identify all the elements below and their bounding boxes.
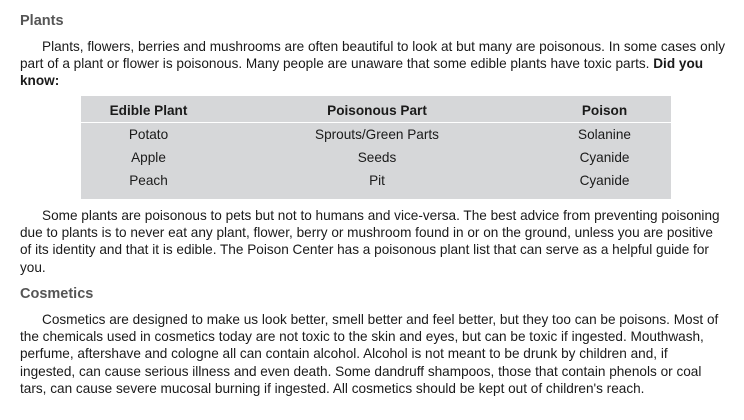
column-header-poisonous-part: Poisonous Part: [216, 96, 538, 123]
plants-intro-text: Plants, flowers, berries and mushrooms a…: [20, 39, 726, 72]
table-row: Peach Pit Cyanide: [81, 169, 671, 192]
table-cell: Cyanide: [579, 173, 630, 188]
plants-table: Edible Plant Poisonous Part Poison Potat…: [81, 96, 671, 192]
plants-advice-paragraph: Some plants are poisonous to pets but no…: [20, 207, 726, 276]
table-cell: Apple: [131, 150, 166, 165]
cosmetics-paragraph: Cosmetics are designed to make us look b…: [20, 311, 726, 397]
table-cell: Seeds: [357, 150, 397, 165]
document-page: Plants Plants, flowers, berries and mush…: [0, 0, 744, 420]
column-header-poison: Poison: [538, 96, 671, 123]
plants-intro-paragraph: Plants, flowers, berries and mushrooms a…: [20, 38, 726, 90]
table-cell: Sprouts/Green Parts: [315, 127, 439, 142]
plants-advice-text: Some plants are poisonous to pets but no…: [20, 208, 720, 275]
table-cell: Potato: [128, 127, 169, 142]
cosmetics-text: Cosmetics are designed to make us look b…: [20, 312, 719, 396]
table-row: Potato Sprouts/Green Parts Solanine: [81, 123, 671, 147]
table-cell: Pit: [369, 173, 385, 188]
column-header-edible-plant: Edible Plant: [81, 96, 216, 123]
poisonous-plants-table: Edible Plant Poisonous Part Poison Potat…: [81, 96, 671, 199]
table-row: Apple Seeds Cyanide: [81, 146, 671, 169]
plants-heading: Plants: [20, 13, 64, 29]
table-header-row: Edible Plant Poisonous Part Poison: [81, 96, 671, 123]
table-cell: Peach: [129, 173, 168, 188]
table-cell: Solanine: [578, 127, 631, 142]
cosmetics-heading: Cosmetics: [20, 286, 94, 302]
table-cell: Cyanide: [579, 150, 630, 165]
